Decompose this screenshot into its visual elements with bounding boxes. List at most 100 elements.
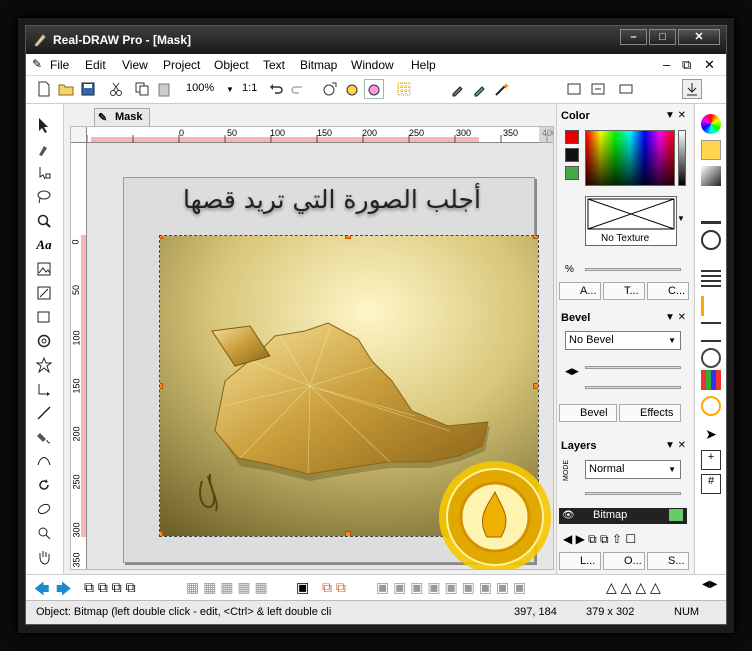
swap-colors-icon[interactable] [565, 166, 579, 180]
zoom-dropdown-icon[interactable]: ▼ [226, 85, 234, 94]
pin-icon[interactable]: ▼ ✕ [665, 110, 686, 121]
tab-layers[interactable]: L... [559, 552, 601, 570]
menu-view[interactable]: View [122, 58, 148, 72]
text-tool-icon[interactable]: Aa [32, 234, 56, 256]
fill-tool-icon[interactable] [32, 426, 56, 448]
effect-icons[interactable]: △ △ △ △ [606, 579, 661, 596]
zoom-level[interactable]: 100% [186, 82, 214, 94]
texture-preview[interactable]: No Texture [585, 196, 677, 246]
close-button[interactable]: ✕ [678, 29, 720, 45]
doc-minimize-icon[interactable]: – [663, 57, 670, 72]
save-icon[interactable] [78, 79, 98, 99]
opacity-slider[interactable] [585, 264, 681, 274]
tab-objects[interactable]: O... [603, 552, 645, 570]
layer-visibility-icon[interactable]: 👁 [562, 508, 575, 523]
rectangle-tool-icon[interactable] [32, 306, 56, 328]
brightness-bar[interactable] [678, 130, 686, 186]
cut-icon[interactable] [106, 79, 126, 99]
blend-mode-select[interactable]: Normal ▼ [585, 460, 681, 479]
new-icon[interactable] [34, 79, 54, 99]
bevel-side-icon[interactable] [701, 204, 721, 224]
layers-side-icon[interactable] [701, 270, 721, 290]
light-side-icon[interactable] [701, 296, 721, 316]
bevel-depth-slider[interactable] [585, 362, 681, 372]
tab-color-t[interactable]: T... [603, 282, 645, 300]
resize-handle[interactable] [345, 236, 351, 239]
minimize-button[interactable]: – [620, 29, 647, 45]
pin-icon[interactable]: ▼ ✕ [665, 440, 686, 451]
align-icon[interactable] [564, 79, 584, 99]
scroll-arrows[interactable]: ◀▶ [702, 579, 717, 590]
title-bar[interactable]: Real-DRAW Pro - [Mask] – □ ✕ [26, 26, 726, 54]
shape-tool-b-icon[interactable] [342, 79, 362, 99]
vertical-ruler[interactable]: 0 50 100 150 200 250 300 350 [71, 143, 87, 569]
zoom-ratio[interactable]: 1:1 [242, 82, 257, 94]
tab-bevel[interactable]: Bevel [559, 404, 617, 422]
grid-icon[interactable] [394, 79, 414, 99]
options-icon[interactable] [616, 79, 636, 99]
open-icon[interactable] [56, 79, 76, 99]
magic-wand-icon[interactable] [492, 79, 512, 99]
select-arrow-icon[interactable] [32, 114, 56, 136]
magnify-tool-icon[interactable] [32, 522, 56, 544]
swatches-icon[interactable] [701, 140, 721, 160]
redo-icon[interactable] [288, 79, 308, 99]
rotate-tool-icon[interactable] [32, 474, 56, 496]
texture-dropdown-icon[interactable]: ▼ [677, 214, 685, 223]
align-side-icon[interactable] [701, 322, 721, 342]
tab-color-c[interactable]: C... [647, 282, 689, 300]
distort-tool-icon[interactable] [32, 498, 56, 520]
gradient-icon[interactable] [701, 166, 721, 186]
eyedropper-icon[interactable] [448, 79, 468, 99]
grid-side-icon[interactable]: # [701, 474, 721, 494]
pin-icon[interactable]: ▼ ✕ [665, 312, 686, 323]
hand-tool-icon[interactable] [32, 546, 56, 568]
pointer-side-icon[interactable]: ➤ [701, 426, 721, 446]
layer-row-bitmap[interactable]: 👁 Bitmap [559, 508, 687, 524]
tab-effects[interactable]: Effects [619, 404, 681, 422]
secondary-color-swatch[interactable] [565, 148, 579, 162]
menu-edit[interactable]: Edit [85, 58, 106, 72]
export-icon[interactable] [588, 79, 608, 99]
resize-handle[interactable] [533, 383, 538, 389]
shape-tool-a-icon[interactable] [320, 79, 340, 99]
shape-tool-c-icon[interactable] [364, 79, 384, 99]
arabic-heading[interactable]: أجلب الصورة التي تريد قصها [127, 185, 537, 214]
connector-tool-icon[interactable] [32, 378, 56, 400]
target-side-icon[interactable] [701, 348, 721, 368]
lasso-icon[interactable] [32, 186, 56, 208]
image-tool-icon[interactable] [32, 258, 56, 280]
line-tool-icon[interactable] [32, 402, 56, 424]
menu-project[interactable]: Project [163, 58, 200, 72]
horizontal-ruler[interactable]: 0 50 100 150 200 250 300 350 400 [87, 127, 553, 143]
doc-restore-icon[interactable]: ⧉ [682, 57, 691, 73]
resize-handle[interactable] [160, 236, 163, 239]
layer-nav-icons[interactable]: ◀ ▶ ⧉ ⧉ ⇧ ☐ [563, 532, 636, 547]
copy-icon[interactable] [132, 79, 152, 99]
star-tool-icon[interactable] [32, 354, 56, 376]
node-edit-icon[interactable] [32, 162, 56, 184]
color-spectrum-picker[interactable] [585, 130, 675, 186]
color-picker-icon[interactable] [470, 79, 490, 99]
plus-side-icon[interactable]: + [701, 450, 721, 470]
ellipse-tool-icon[interactable] [32, 330, 56, 352]
bezier-tool-icon[interactable] [32, 450, 56, 472]
resize-handle[interactable] [345, 531, 351, 536]
paste-icon[interactable] [154, 79, 174, 99]
menu-window[interactable]: Window [351, 58, 394, 72]
shape-side-icon[interactable] [701, 230, 721, 250]
doc-close-icon[interactable]: ✕ [704, 57, 715, 73]
zoom-tool-icon[interactable] [32, 210, 56, 232]
tab-styles[interactable]: S... [647, 552, 689, 570]
layer-opacity-slider[interactable] [585, 488, 681, 498]
arrange-icons[interactable]: ▣ [296, 579, 309, 596]
menu-help[interactable]: Help [411, 58, 436, 72]
palette-side-icon[interactable] [701, 370, 721, 390]
flip-icons[interactable]: ⧉ ⧉ [322, 579, 346, 596]
menu-file[interactable]: File [50, 58, 69, 72]
brush-icon[interactable] [32, 138, 56, 160]
document-tab[interactable]: ✎ Mask [94, 108, 150, 126]
ring-side-icon[interactable] [701, 396, 721, 416]
resize-handle[interactable] [160, 531, 163, 536]
bevel-width-slider[interactable] [585, 382, 681, 392]
